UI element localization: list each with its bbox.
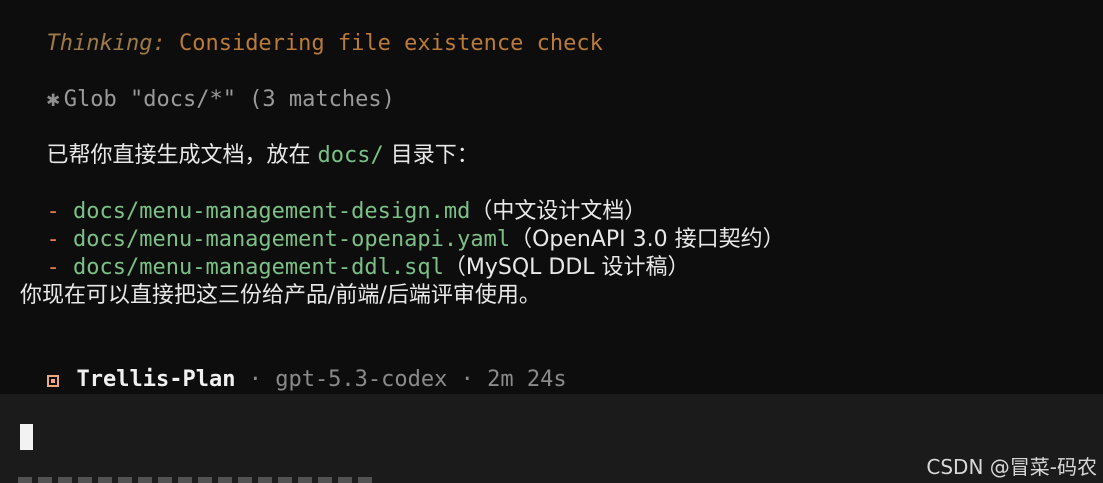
asterisk-icon: ✱ [46, 87, 60, 112]
glob-result-text: Glob "docs/*" (3 matches) [63, 87, 395, 112]
watermark: CSDN @冒菜-码农 [926, 455, 1097, 479]
thinking-text: Considering file existence check [165, 31, 603, 56]
status-line: Trellis-Plan · gpt-5.3-codex · 2m 24s [20, 338, 567, 392]
duration: 2m 24s [487, 367, 567, 392]
message-intro-path: docs/ [317, 143, 384, 168]
file-list-item: - docs/menu-management-ddl.sql（MySQL DDL… [20, 226, 690, 280]
message-intro: 已帮你直接生成文档，放在 docs/ 目录下： [20, 114, 479, 168]
file-path: docs/menu-management-ddl.sql [73, 255, 444, 280]
file-description: （MySQL DDL 设计稿） [443, 255, 690, 280]
clipped-footer-text [18, 477, 378, 483]
thinking-line: Thinking: Considering file existence che… [20, 2, 603, 56]
file-list-item: - docs/menu-management-design.md（中文设计文档） [20, 170, 647, 224]
message-intro-prefix: 已帮你直接生成文档，放在 [46, 143, 318, 168]
list-bullet: - [46, 255, 73, 280]
status-square-icon [46, 375, 59, 387]
prompt-input-panel[interactable]: CSDN @冒菜-码农 [0, 394, 1103, 483]
text-cursor [20, 424, 33, 450]
glob-result-line: ✱ Glob "docs/*" (3 matches) [20, 58, 395, 112]
message-intro-suffix: 目录下： [383, 143, 479, 168]
thinking-label: Thinking: [46, 31, 166, 56]
message-closing: 你现在可以直接把这三份给产品/前端/后端评审使用。 [20, 283, 541, 308]
model-name: gpt-5.3-codex [275, 367, 448, 392]
separator: · [447, 367, 488, 392]
separator: · [235, 367, 276, 392]
file-list-item: - docs/menu-management-openapi.yaml（Open… [20, 198, 785, 252]
agent-name: Trellis-Plan [76, 367, 236, 392]
